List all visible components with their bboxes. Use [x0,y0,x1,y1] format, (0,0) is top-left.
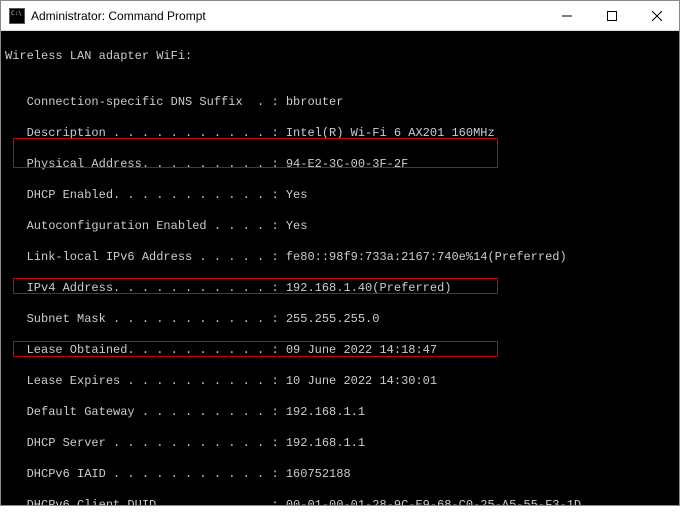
maximize-button[interactable] [589,1,634,31]
output-line: DHCPv6 IAID . . . . . . . . . . . : 1607… [5,467,675,483]
output-line: Lease Obtained. . . . . . . . . . : 09 J… [5,343,675,359]
output-line: Wireless LAN adapter WiFi: [5,49,675,65]
output-line: DHCP Enabled. . . . . . . . . . . : Yes [5,188,675,204]
output-line: Physical Address. . . . . . . . . : 94-E… [5,157,675,173]
output-line: Autoconfiguration Enabled . . . . : Yes [5,219,675,235]
output-line: Link-local IPv6 Address . . . . . : fe80… [5,250,675,266]
window-title: Administrator: Command Prompt [31,9,544,23]
output-line: Description . . . . . . . . . . . : Inte… [5,126,675,142]
output-line: DHCPv6 Client DUID. . . . . . . . : 00-0… [5,498,675,505]
close-button[interactable] [634,1,679,31]
output-line: Default Gateway . . . . . . . . . : 192.… [5,405,675,421]
output-line: DHCP Server . . . . . . . . . . . : 192.… [5,436,675,452]
terminal-output[interactable]: Wireless LAN adapter WiFi: Connection-sp… [1,31,679,505]
titlebar[interactable]: Administrator: Command Prompt [1,1,679,31]
output-line: Subnet Mask . . . . . . . . . . . : 255.… [5,312,675,328]
output-line: Connection-specific DNS Suffix . : bbrou… [5,95,675,111]
minimize-button[interactable] [544,1,589,31]
command-prompt-window: Administrator: Command Prompt Wireless L… [0,0,680,506]
output-line: IPv4 Address. . . . . . . . . . . : 192.… [5,281,675,297]
cmd-icon [9,8,25,24]
output-line: Lease Expires . . . . . . . . . . : 10 J… [5,374,675,390]
